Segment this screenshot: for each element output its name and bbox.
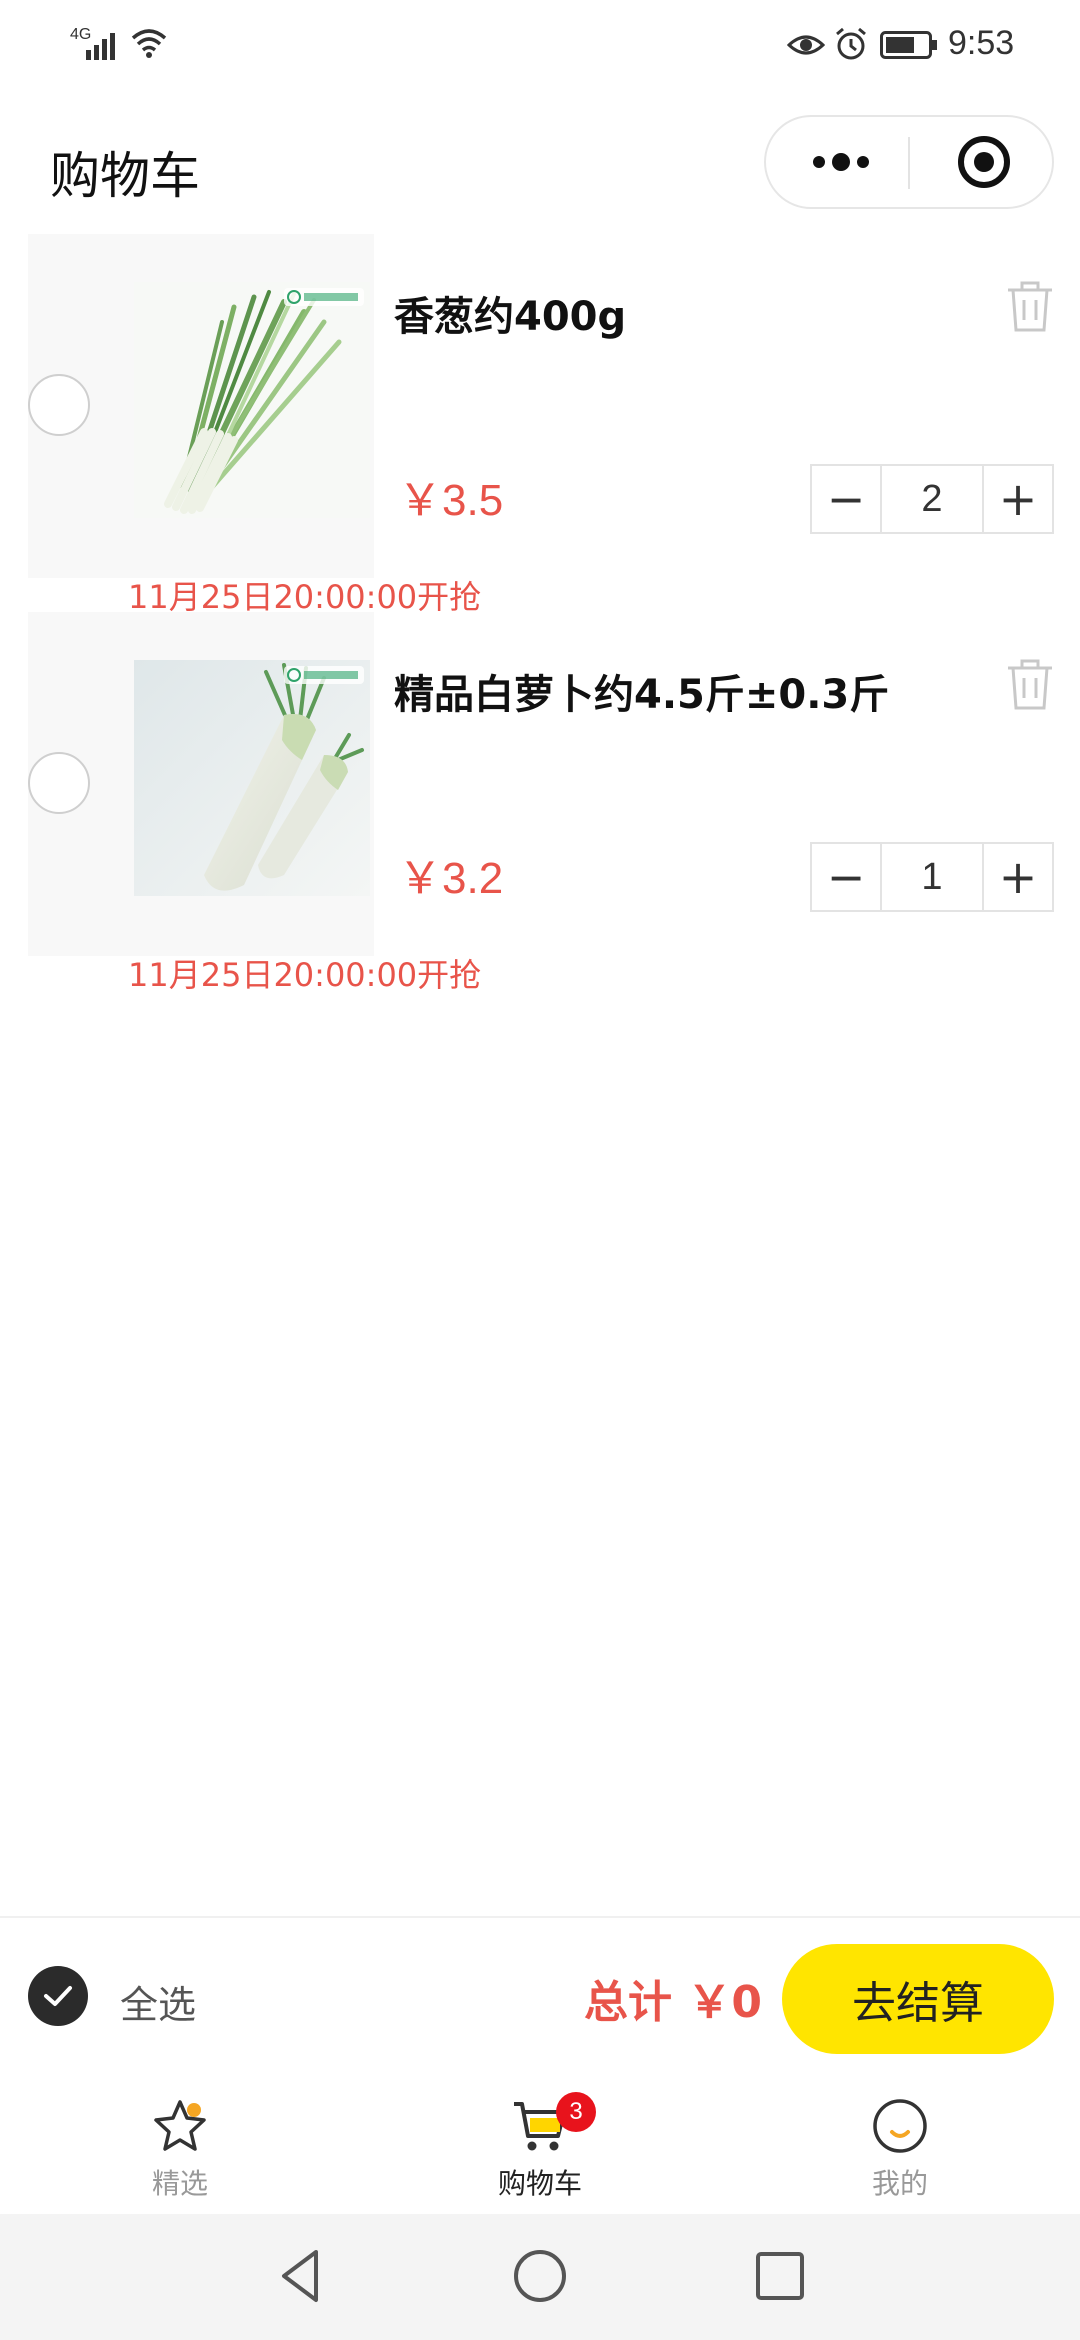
tab-label: 购物车 — [497, 2167, 582, 2200]
home-icon[interactable] — [508, 2244, 572, 2308]
wifi-icon — [131, 29, 167, 58]
item-price: ￥3.2 — [398, 854, 504, 903]
profile-icon — [873, 2099, 927, 2153]
more-button[interactable] — [796, 117, 886, 207]
white-radish-image[interactable] — [134, 660, 370, 896]
trash-icon[interactable] — [1004, 278, 1056, 334]
quantity-value: 2 — [880, 466, 984, 532]
item-price: ￥3.5 — [398, 476, 504, 525]
capsule-divider — [908, 137, 910, 189]
clock: 9:53 — [948, 24, 1015, 62]
item-name[interactable]: 香葱约400g — [394, 284, 626, 342]
item-select-checkbox[interactable] — [28, 752, 90, 814]
checkout-button[interactable]: 去结算 — [782, 1944, 1054, 2054]
battery-icon — [880, 31, 937, 59]
quantity-stepper: − 1 + — [810, 842, 1054, 912]
tab-label: 精选 — [151, 2167, 208, 2200]
tab-label: 我的 — [871, 2167, 928, 2200]
close-button[interactable] — [934, 117, 1034, 207]
tab-bar: 精选 3 购物车 我的 — [0, 2084, 1080, 2214]
increase-button[interactable]: + — [984, 466, 1052, 532]
tab-cart[interactable]: 3 购物车 — [440, 2084, 640, 2214]
flash-sale-time: 11月25日20:00:00开抢 — [128, 956, 482, 994]
nav-bar: 购物车 — [0, 100, 1080, 230]
recent-apps-icon[interactable] — [748, 2244, 812, 2308]
check-icon — [44, 1986, 72, 2006]
select-all-checkbox[interactable] — [28, 1966, 88, 2026]
checkout-bar: 全选 总计 ￥0 去结算 — [0, 1916, 1080, 2084]
mini-program-capsule — [764, 115, 1054, 209]
more-icon — [813, 153, 869, 171]
eye-icon — [787, 35, 825, 55]
select-all-label[interactable]: 全选 — [120, 1974, 196, 2029]
item-name[interactable]: 精品白萝卜约4.5斤±0.3斤 — [394, 662, 889, 720]
green-onion-image[interactable] — [134, 282, 370, 518]
cart-badge: 3 — [556, 2092, 596, 2132]
decrease-button[interactable]: − — [812, 844, 880, 910]
decrease-button[interactable]: − — [812, 466, 880, 532]
tab-profile[interactable]: 我的 — [800, 2084, 1000, 2214]
item-select-checkbox[interactable] — [28, 374, 90, 436]
increase-button[interactable]: + — [984, 844, 1052, 910]
cart-item: 精品白萝卜约4.5斤±0.3斤 ￥3.2 − 1 + 11月25日20:00:0… — [0, 612, 1080, 994]
cart-item: 香葱约400g ￥3.5 − 2 + 11月25日20:00:00开抢 — [0, 234, 1080, 616]
total-price: 总计 ￥0 — [584, 1977, 762, 2028]
close-target-icon — [958, 136, 1010, 188]
trash-icon[interactable] — [1004, 656, 1056, 712]
star-icon — [154, 2100, 206, 2151]
quantity-value: 1 — [880, 844, 984, 910]
tab-featured[interactable]: 精选 — [80, 2084, 280, 2214]
system-navigation-bar — [0, 2214, 1080, 2340]
page-title: 购物车 — [50, 147, 200, 205]
signal-icon — [86, 33, 115, 60]
quantity-stepper: − 2 + — [810, 464, 1054, 534]
alarm-icon — [836, 27, 866, 60]
back-icon[interactable] — [270, 2244, 334, 2308]
status-bar: 4G 9:53 — [0, 0, 1080, 92]
